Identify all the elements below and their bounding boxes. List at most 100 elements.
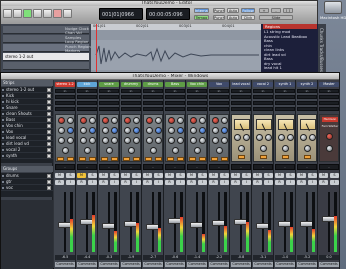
channel-name-button[interactable]: synth 1 xyxy=(275,82,295,87)
plugin-panel[interactable] xyxy=(231,114,251,162)
insert-slot[interactable] xyxy=(187,101,207,105)
send-slot[interactable] xyxy=(231,107,251,111)
channel-name-button[interactable]: Vox chin xyxy=(187,82,207,87)
strip-visible-checkbox[interactable] xyxy=(47,124,51,128)
iso-button[interactable]: I xyxy=(176,180,185,185)
solo-button[interactable]: S xyxy=(286,173,295,178)
strip-visible-checkbox[interactable] xyxy=(47,88,51,92)
iso-button[interactable]: I xyxy=(198,180,207,185)
punch-out-button[interactable]: Punch Out xyxy=(213,15,225,20)
group-active-checkbox[interactable] xyxy=(47,174,51,178)
eq-switch[interactable] xyxy=(101,157,108,161)
input-select[interactable]: in xyxy=(55,89,75,93)
strip-visible-checkbox[interactable] xyxy=(47,148,51,152)
eq-knob[interactable] xyxy=(67,137,74,144)
eq-knob[interactable] xyxy=(168,137,175,144)
eq-switch[interactable] xyxy=(211,157,218,161)
audio-waveform[interactable] xyxy=(91,40,261,70)
mute-button[interactable]: M xyxy=(121,173,130,178)
plugin-knob[interactable] xyxy=(234,134,241,141)
insert-slot[interactable] xyxy=(319,95,339,99)
pan-control[interactable]: - xyxy=(231,164,251,170)
iso-button[interactable]: I xyxy=(220,180,229,185)
eq-knob[interactable] xyxy=(177,127,184,134)
selected-track-name[interactable]: stereo 1-2 out xyxy=(3,53,89,60)
eq-knob[interactable] xyxy=(212,117,219,124)
record-arm-button[interactable]: R xyxy=(275,180,284,185)
eq-switch[interactable] xyxy=(79,157,86,161)
eq-knob[interactable] xyxy=(194,147,201,154)
strip-visible-checkbox[interactable] xyxy=(47,118,51,122)
zoom-out-button[interactable]: - xyxy=(271,8,281,13)
insert-slot[interactable] xyxy=(99,95,119,99)
iso-button[interactable]: I xyxy=(110,180,119,185)
plugin-panel[interactable] xyxy=(297,114,317,162)
eq-knob[interactable] xyxy=(102,127,109,134)
comments-button[interactable]: Comments xyxy=(143,262,163,267)
mute-button[interactable]: M xyxy=(275,173,284,178)
insert-slot[interactable] xyxy=(297,95,317,99)
pan-control[interactable]: - xyxy=(121,164,141,170)
comments-button[interactable]: Comments xyxy=(99,262,119,267)
solo-button[interactable]: S xyxy=(264,173,273,178)
solo-button[interactable]: S xyxy=(88,173,97,178)
fader-track[interactable] xyxy=(108,192,110,252)
send-slot[interactable] xyxy=(275,107,295,111)
eq-panel[interactable] xyxy=(55,114,75,162)
eq-knob[interactable] xyxy=(89,127,96,134)
auto-play-button[interactable]: Auto Play xyxy=(227,8,239,13)
input-select[interactable]: in xyxy=(319,89,339,93)
insert-slot[interactable] xyxy=(143,95,163,99)
eq-knob[interactable] xyxy=(190,117,197,124)
eq-knob[interactable] xyxy=(124,137,131,144)
eq-knob[interactable] xyxy=(58,137,65,144)
send-slot[interactable] xyxy=(319,107,339,111)
input-select[interactable]: in xyxy=(187,89,207,93)
record-arm-button[interactable]: R xyxy=(231,180,240,185)
eq-knob[interactable] xyxy=(84,147,91,154)
eq-knob[interactable] xyxy=(146,137,153,144)
insert-slot[interactable] xyxy=(275,95,295,99)
record-arm-button[interactable]: R xyxy=(297,180,306,185)
insert-slot[interactable] xyxy=(275,101,295,105)
insert-slot[interactable] xyxy=(209,101,229,105)
eq-knob[interactable] xyxy=(102,117,109,124)
mute-button[interactable]: M xyxy=(165,173,174,178)
eq-knob[interactable] xyxy=(155,137,162,144)
insert-slot[interactable] xyxy=(99,101,119,105)
iso-button[interactable]: I xyxy=(264,180,273,185)
eq-knob[interactable] xyxy=(146,117,153,124)
tempo-master-button[interactable]: Tempo Master xyxy=(194,15,209,20)
eq-knob[interactable] xyxy=(124,127,131,134)
eq-knob[interactable] xyxy=(80,117,87,124)
timeline-canvas[interactable]: 001|01 002|01 003|01 004|01 xyxy=(91,24,261,73)
solo-button[interactable]: S xyxy=(198,173,207,178)
insert-slot[interactable] xyxy=(253,101,273,105)
strip-visible-checkbox[interactable] xyxy=(47,106,51,110)
eq-knob[interactable] xyxy=(177,117,184,124)
stop-button[interactable] xyxy=(13,9,22,18)
eq-switch[interactable] xyxy=(199,157,206,161)
channel-name-button[interactable]: stereo 1-2 xyxy=(55,82,75,87)
channel-name-button[interactable]: Vox xyxy=(209,82,229,87)
eq-knob[interactable] xyxy=(168,127,175,134)
eq-knob[interactable] xyxy=(221,137,228,144)
plugin-knob[interactable] xyxy=(238,145,245,152)
eq-knob[interactable] xyxy=(80,127,87,134)
comments-button[interactable]: Comments xyxy=(165,262,185,267)
eq-panel[interactable] xyxy=(99,114,119,162)
eq-knob[interactable] xyxy=(111,127,118,134)
eq-knob[interactable] xyxy=(199,117,206,124)
pan-control[interactable]: - xyxy=(297,164,317,170)
eq-knob[interactable] xyxy=(199,137,206,144)
eq-knob[interactable] xyxy=(212,137,219,144)
eq-knob[interactable] xyxy=(168,117,175,124)
secondary-clock[interactable]: 00:00:05:096 xyxy=(146,8,190,20)
eq-switch[interactable] xyxy=(123,157,130,161)
record-arm-button[interactable]: R xyxy=(165,180,174,185)
eq-knob[interactable] xyxy=(133,127,140,134)
eq-knob[interactable] xyxy=(155,117,162,124)
insert-slot[interactable] xyxy=(55,101,75,105)
gain-readout[interactable]: -0.8 xyxy=(231,255,251,260)
channel-name-button[interactable]: Master xyxy=(319,82,339,87)
